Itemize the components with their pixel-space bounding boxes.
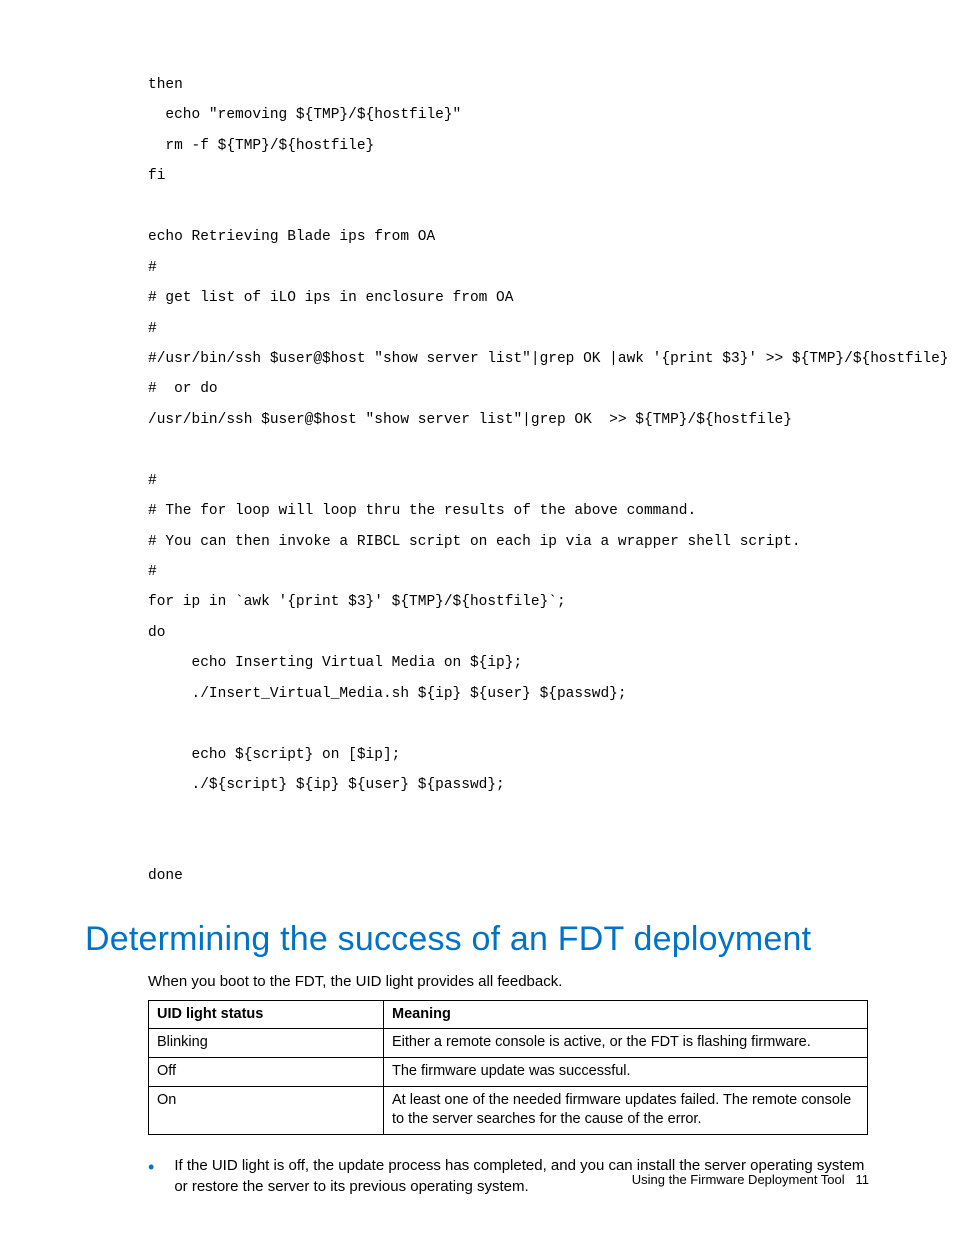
code-block: then echo "removing ${TMP}/${hostfile}" …	[148, 70, 869, 892]
table-cell-meaning: Either a remote console is active, or th…	[384, 1029, 868, 1058]
table-row: BlinkingEither a remote console is activ…	[149, 1029, 868, 1058]
uid-status-table: UID light status Meaning BlinkingEither …	[148, 1000, 868, 1135]
table-header-meaning: Meaning	[384, 1000, 868, 1029]
table-header-row: UID light status Meaning	[149, 1000, 868, 1029]
table-cell-meaning: The firmware update was successful.	[384, 1057, 868, 1086]
table-row: OnAt least one of the needed firmware up…	[149, 1086, 868, 1134]
intro-paragraph: When you boot to the FDT, the UID light …	[148, 973, 869, 990]
page-footer: Using the Firmware Deployment Tool 11	[632, 1172, 869, 1187]
bullet-dot-icon: •	[148, 1158, 154, 1176]
footer-page-number: 11	[856, 1172, 870, 1187]
table-header-status: UID light status	[149, 1000, 384, 1029]
table-row: OffThe firmware update was successful.	[149, 1057, 868, 1086]
footer-section-title: Using the Firmware Deployment Tool	[632, 1172, 845, 1187]
table-cell-status: Blinking	[149, 1029, 384, 1058]
table-cell-meaning: At least one of the needed firmware upda…	[384, 1086, 868, 1134]
table-cell-status: On	[149, 1086, 384, 1134]
table-cell-status: Off	[149, 1057, 384, 1086]
section-heading: Determining the success of an FDT deploy…	[85, 920, 869, 959]
